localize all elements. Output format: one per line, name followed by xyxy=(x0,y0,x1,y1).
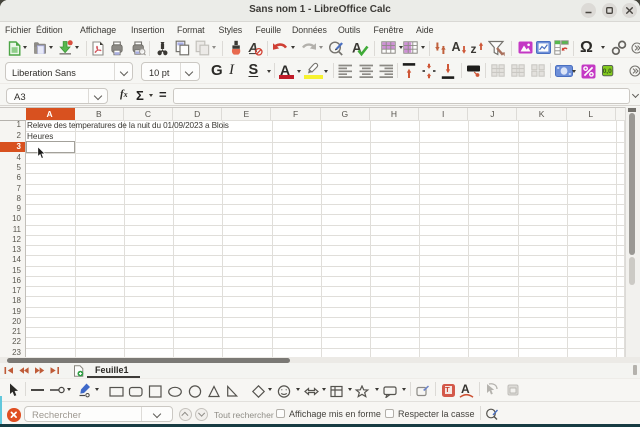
svg-text:0,0: 0,0 xyxy=(602,68,611,75)
svg-text:z: z xyxy=(471,42,477,56)
svg-text:A: A xyxy=(452,40,461,54)
